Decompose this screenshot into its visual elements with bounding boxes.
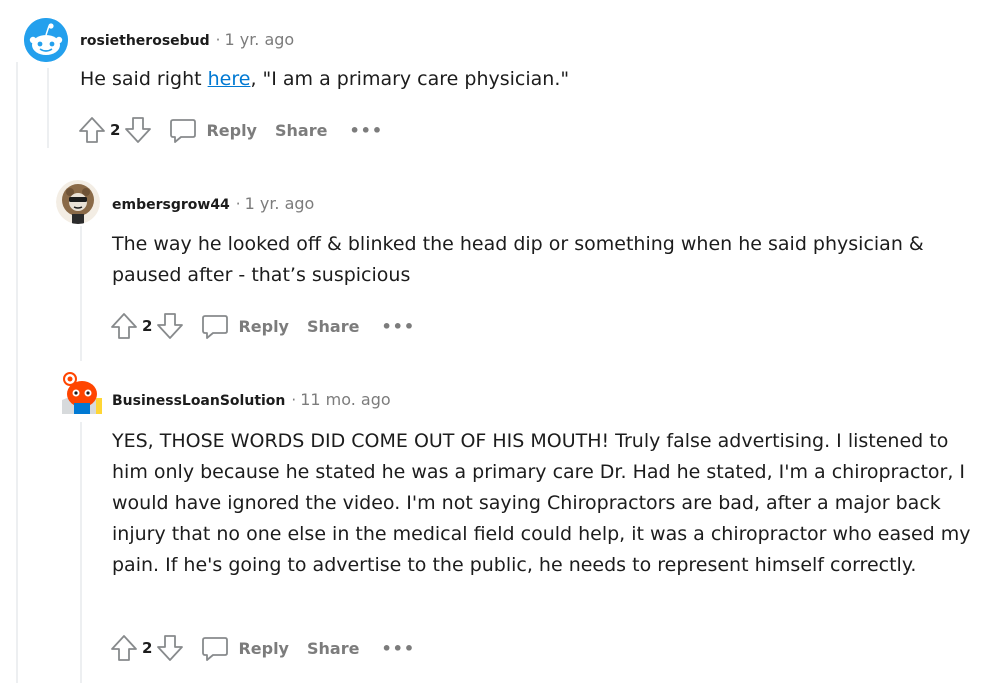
reply-label: Reply [206,120,257,140]
timestamp[interactable]: 1 yr. ago [245,194,315,213]
upvote-icon[interactable] [110,311,138,341]
comment-bubble-icon [202,637,229,661]
downvote-icon[interactable] [156,311,184,341]
timestamp[interactable]: 1 yr. ago [224,30,294,49]
vote-count: 2 [142,639,153,657]
comment-text: YES, THOSE WORDS DID COME OUT OF HIS MOU… [112,430,971,576]
author-name[interactable]: embersgrow44 [112,197,230,213]
comment-actions: 2 Reply Share ••• [110,310,415,342]
comment-link[interactable]: here [208,68,251,90]
avatar[interactable] [58,370,102,414]
downvote-icon[interactable] [156,633,184,663]
reply-button[interactable]: Reply [168,115,257,145]
thread-line[interactable] [16,62,18,683]
reply-label: Reply [238,638,289,658]
comment-actions: 2 Reply Share ••• [110,632,415,664]
more-options-button[interactable]: ••• [349,121,383,140]
timestamp[interactable]: 11 mo. ago [300,390,390,409]
meta-separator: · [215,31,221,49]
more-options-button[interactable]: ••• [381,317,415,336]
downvote-icon[interactable] [124,115,152,145]
avatar[interactable] [24,18,68,62]
share-button[interactable]: Share [275,121,327,140]
snoo-avatar-icon [24,18,68,62]
thread-line[interactable] [47,68,49,148]
vote-count: 2 [110,121,121,139]
comment-meta: rosietherosebud · 1 yr. ago [80,30,294,49]
meta-separator: · [235,195,241,213]
reply-button[interactable]: Reply [200,311,289,341]
author-name[interactable]: BusinessLoanSolution [112,393,285,409]
thread-line[interactable] [80,226,82,361]
upvote-icon[interactable] [78,115,106,145]
comment-body: He said right here, "I am a primary care… [80,64,960,95]
meta-separator: · [291,391,297,409]
comment-text: He said right [80,68,208,90]
share-button[interactable]: Share [307,639,359,658]
avatar[interactable] [56,180,100,224]
more-options-button[interactable]: ••• [381,639,415,658]
comment-bubble-icon [170,119,197,143]
thread-line[interactable] [80,422,82,683]
share-label: Share [274,120,328,140]
comment-actions: 2 Reply Share ••• [78,114,383,146]
comment-text: , "I am a primary care physician." [250,68,570,90]
comment-text: The way he looked off & blinked the head… [112,233,924,286]
share-label: Share [306,316,360,336]
author-name[interactable]: rosietherosebud [80,33,210,49]
comment-body: YES, THOSE WORDS DID COME OUT OF HIS MOU… [112,426,980,581]
share-label: Share [306,638,360,658]
reply-button[interactable]: Reply [200,633,289,663]
share-button[interactable]: Share [307,317,359,336]
snoo-avatar-icon [60,372,102,414]
comment-bubble-icon [202,315,229,339]
user-avatar-icon [56,180,100,224]
comment-meta: embersgrow44 · 1 yr. ago [112,194,314,213]
upvote-icon[interactable] [110,633,138,663]
comment-body: The way he looked off & blinked the head… [112,229,972,291]
vote-count: 2 [142,317,153,335]
reply-label: Reply [238,316,289,336]
comment-thread: rosietherosebud · 1 yr. ago He said righ… [0,0,1003,683]
comment-meta: BusinessLoanSolution · 11 mo. ago [112,390,391,409]
